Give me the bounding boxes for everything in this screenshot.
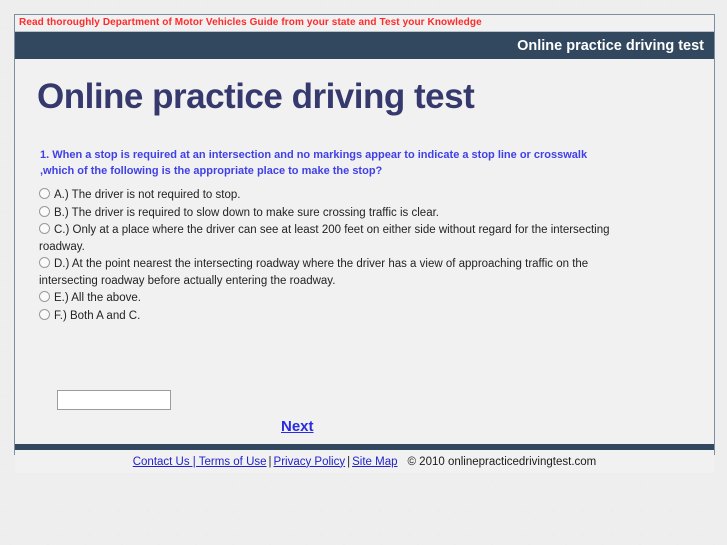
question-line-1: 1. When a stop is required at an interse… — [40, 149, 588, 161]
option-d-label: D.) At the point nearest the intersectin… — [39, 258, 589, 287]
footer: Contact Us | Terms of Use | Privacy Policy… — [15, 450, 714, 473]
answer-input[interactable] — [57, 390, 171, 410]
radio-icon[interactable] — [39, 257, 50, 268]
radio-icon[interactable] — [39, 188, 50, 199]
question-text: 1. When a stop is required at an interse… — [40, 147, 600, 179]
option-a-label: A.) The driver is not required to stop. — [54, 189, 241, 201]
question-line-2: ,which of the following is the appropria… — [40, 165, 383, 177]
main-content: Online practice driving test 1. When a s… — [15, 59, 714, 444]
answer-options-list: A.) The driver is not required to stop. … — [39, 187, 639, 325]
site-header-title: Online practice driving test — [517, 37, 704, 54]
radio-icon[interactable] — [39, 223, 50, 234]
footer-link-site-map[interactable]: Site Map — [352, 456, 397, 468]
option-c-label: C.) Only at a place where the driver can… — [39, 224, 610, 253]
page-title: Online practice driving test — [37, 77, 475, 116]
footer-separator-1: | — [268, 455, 272, 468]
site-header: Online practice driving test — [15, 32, 714, 59]
next-link[interactable]: Next — [281, 418, 314, 435]
option-d[interactable]: D.) At the point nearest the intersectin… — [39, 256, 639, 289]
option-c[interactable]: C.) Only at a place where the driver can… — [39, 222, 639, 255]
notice-text: Read thoroughly Department of Motor Vehi… — [19, 17, 482, 28]
radio-icon[interactable] — [39, 205, 50, 217]
radio-icon[interactable] — [39, 308, 50, 320]
footer-inner: Contact Us | Terms of Use | Privacy Policy… — [133, 456, 597, 468]
footer-link-contact-terms[interactable]: Contact Us | Terms of Use — [133, 456, 267, 468]
option-e[interactable]: E.) All the above. — [39, 290, 639, 307]
option-f-label: F.) Both A and C. — [54, 309, 141, 322]
option-b-label: B.) The driver is required to slow down … — [54, 206, 439, 219]
page-frame: Read thoroughly Department of Motor Vehi… — [14, 14, 715, 473]
radio-icon[interactable] — [39, 291, 50, 302]
option-f[interactable]: F.) Both A and C. — [39, 308, 639, 325]
option-a[interactable]: A.) The driver is not required to stop. — [39, 187, 639, 204]
notice-bar: Read thoroughly Department of Motor Vehi… — [15, 15, 714, 32]
footer-copyright: © 2010 onlinepracticedrivingtest.com — [407, 455, 597, 468]
footer-link-privacy-policy[interactable]: Privacy Policy — [274, 456, 346, 468]
option-b[interactable]: B.) The driver is required to slow down … — [39, 205, 639, 222]
option-e-label: E.) All the above. — [54, 292, 141, 304]
